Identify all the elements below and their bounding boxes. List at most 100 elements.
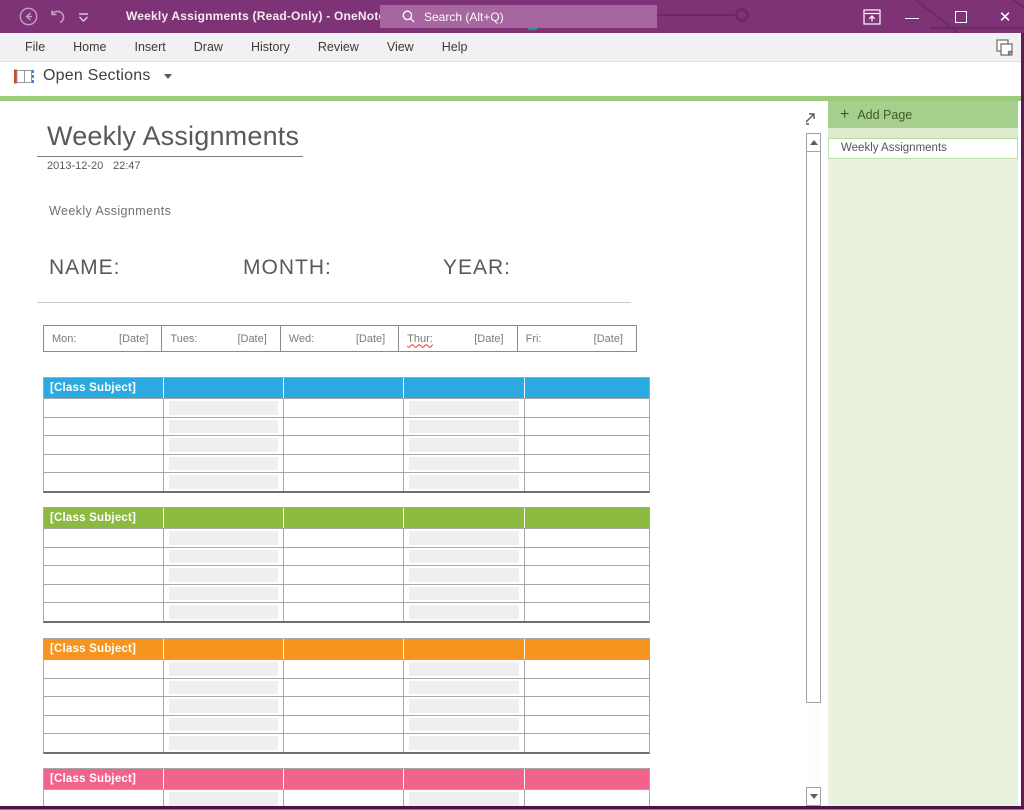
week-day-cell[interactable]: Thur:[Date] [399,326,517,351]
class-table-header-cell[interactable] [404,769,525,789]
class-table-cell[interactable] [525,398,649,417]
class-table-header-cell[interactable] [284,769,404,789]
class-table-header-cell[interactable] [404,508,525,528]
class-table-cell[interactable] [44,565,164,584]
class-table-cell[interactable] [284,715,404,734]
class-table-cell[interactable] [164,398,284,417]
class-table-cell[interactable] [284,789,404,806]
customize-quick-access-button[interactable] [74,0,92,33]
class-table-cell[interactable] [284,659,404,678]
menu-help[interactable]: Help [428,33,482,62]
week-day-cell[interactable]: Fri:[Date] [518,326,636,351]
class-table-header-cell[interactable] [284,508,404,528]
maximize-button[interactable] [946,0,976,33]
class-table-cell[interactable] [284,528,404,547]
class-table-cell[interactable] [164,602,284,621]
class-table-cell[interactable] [44,659,164,678]
back-button[interactable] [17,0,39,33]
class-table-header-cell[interactable] [525,378,649,398]
class-table-cell[interactable] [284,547,404,566]
page-canvas[interactable]: Weekly Assignments 2013-12-20 22:47 Week… [0,101,806,806]
class-table-header-cell[interactable] [164,639,284,659]
class-table-cell[interactable] [284,733,404,752]
week-day-cell[interactable]: Mon:[Date] [44,326,162,351]
name-field-label[interactable]: NAME: [49,256,121,280]
class-table-cell[interactable] [44,678,164,697]
class-table-cell[interactable] [164,733,284,752]
class-table-cell[interactable] [44,454,164,473]
class-table-cell[interactable] [284,454,404,473]
week-day-cell[interactable]: Tues:[Date] [162,326,280,351]
class-table-cell[interactable] [404,435,525,454]
class-table-header-cell[interactable] [525,508,649,528]
class-table-cell[interactable] [525,678,649,697]
page-subtitle[interactable]: Weekly Assignments [49,204,171,218]
open-sections-dropdown[interactable]: Open Sections [13,67,172,85]
undo-button[interactable] [46,0,68,33]
class-table-cell[interactable] [525,547,649,566]
class-table-cell[interactable] [44,715,164,734]
menu-history[interactable]: History [237,33,304,62]
class-table-cell[interactable] [404,678,525,697]
class-table-header-cell[interactable]: [Class Subject] [44,508,164,528]
class-table-cell[interactable] [284,435,404,454]
class-table-cell[interactable] [525,454,649,473]
menu-file[interactable]: File [11,33,59,62]
class-table-header-cell[interactable] [284,378,404,398]
class-table-header-cell[interactable] [525,769,649,789]
week-day-cell[interactable]: Wed:[Date] [281,326,399,351]
class-table-cell[interactable] [164,528,284,547]
class-table-cell[interactable] [525,789,649,806]
class-table-cell[interactable] [404,584,525,603]
class-table-cell[interactable] [404,547,525,566]
class-table-cell[interactable] [404,659,525,678]
menu-insert[interactable]: Insert [121,33,180,62]
class-table-cell[interactable] [44,435,164,454]
class-table-cell[interactable] [404,528,525,547]
class-table-cell[interactable] [164,472,284,491]
class-table-cell[interactable] [525,528,649,547]
month-field-label[interactable]: MONTH: [243,256,332,280]
minimize-button[interactable]: — [897,0,927,33]
class-table-header-cell[interactable] [164,378,284,398]
class-table-cell[interactable] [284,602,404,621]
class-table-header-cell[interactable] [164,508,284,528]
class-table-cell[interactable] [404,398,525,417]
class-table-cell[interactable] [164,659,284,678]
class-table-cell[interactable] [44,417,164,436]
class-table-cell[interactable] [525,417,649,436]
close-button[interactable]: ✕ [989,0,1021,33]
ribbon-display-options-button[interactable] [857,0,887,33]
class-table-cell[interactable] [284,678,404,697]
class-table-cell[interactable] [164,789,284,806]
class-table-cell[interactable] [284,417,404,436]
class-table-cell[interactable] [164,435,284,454]
menu-draw[interactable]: Draw [180,33,237,62]
class-table-cell[interactable] [404,602,525,621]
class-table-header-cell[interactable] [404,378,525,398]
class-table-cell[interactable] [164,584,284,603]
menu-review[interactable]: Review [304,33,373,62]
class-table-cell[interactable] [525,696,649,715]
scrollbar-thumb[interactable] [806,151,821,703]
menu-view[interactable]: View [373,33,428,62]
class-table-header-cell[interactable]: [Class Subject] [44,378,164,398]
page-title[interactable]: Weekly Assignments [47,121,299,152]
class-table-cell[interactable] [44,584,164,603]
class-table-cell[interactable] [284,565,404,584]
class-table-cell[interactable] [164,715,284,734]
class-table-cell[interactable] [404,789,525,806]
class-table-cell[interactable] [164,547,284,566]
class-table-cell[interactable] [284,696,404,715]
class-table-header-cell[interactable] [404,639,525,659]
class-table-cell[interactable] [525,565,649,584]
class-table-cell[interactable] [525,602,649,621]
class-table-cell[interactable] [44,472,164,491]
class-table-cell[interactable] [404,472,525,491]
class-table-cell[interactable] [44,528,164,547]
class-table-cell[interactable] [284,472,404,491]
class-table-cell[interactable] [164,696,284,715]
class-table-cell[interactable] [525,659,649,678]
scroll-up-button[interactable] [806,133,821,152]
class-table[interactable]: [Class Subject] [43,638,650,754]
